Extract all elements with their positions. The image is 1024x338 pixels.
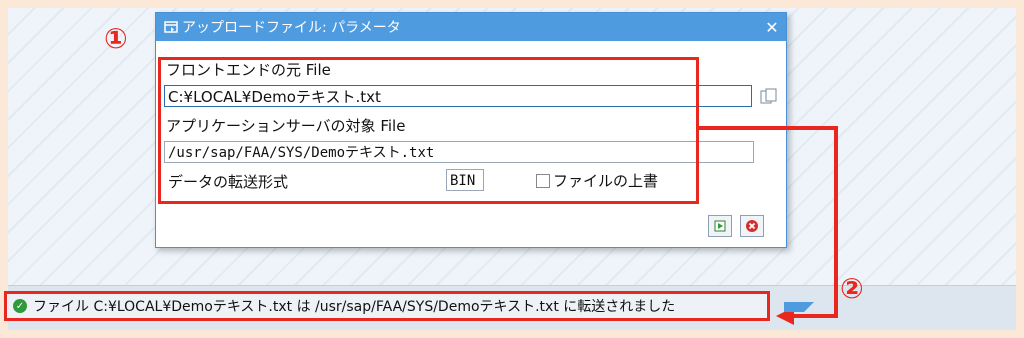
status-message: ファイル C:¥LOCAL¥Demoテキスト.txt は /usr/sap/FA… [33,299,676,315]
status-message-bar: ✓ ファイル C:¥LOCAL¥Demoテキスト.txt は /usr/sap/… [4,291,770,321]
annotation-arrow [699,126,838,325]
status-bar-flag-icon [784,302,814,312]
success-check-icon: ✓ [13,299,27,313]
